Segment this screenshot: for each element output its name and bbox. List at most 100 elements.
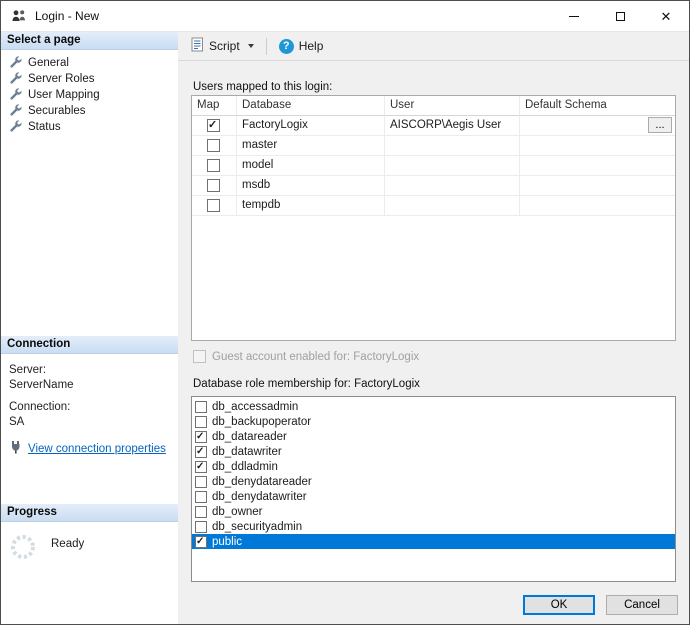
user-cell[interactable]: AISCORP\Aegis User (385, 116, 520, 136)
server-label: Server: (9, 364, 170, 376)
role-membership-list[interactable]: db_accessadmin db_backupoperator db_data… (191, 396, 676, 582)
page-wrench-icon (9, 88, 23, 102)
role-checkbox[interactable] (195, 431, 207, 443)
role-label: public (212, 536, 242, 548)
page-wrench-icon (9, 104, 23, 118)
connection-value: SA (9, 416, 170, 428)
user-cell[interactable] (385, 176, 520, 196)
role-label: db_denydatawriter (212, 491, 307, 503)
role-checkbox[interactable] (195, 401, 207, 413)
dialog-content: Select a page General Server Roles User … (1, 32, 689, 624)
role-list-item-selected[interactable]: public (192, 534, 675, 549)
role-list-item[interactable]: db_datawriter (192, 444, 675, 459)
ok-button[interactable]: OK (523, 595, 595, 615)
default-schema-cell[interactable] (520, 156, 675, 176)
column-header-default-schema: Default Schema (520, 96, 675, 116)
map-checkbox[interactable] (207, 139, 220, 152)
database-cell: tempdb (237, 196, 385, 216)
role-checkbox[interactable] (195, 416, 207, 428)
close-button[interactable]: ✕ (643, 1, 689, 31)
database-cell: msdb (237, 176, 385, 196)
map-checkbox[interactable] (207, 199, 220, 212)
login-new-dialog: Login - New ✕ Select a page General Serv… (0, 0, 690, 625)
table-row[interactable]: FactoryLogix AISCORP\Aegis User ... (192, 116, 675, 136)
role-checkbox[interactable] (195, 461, 207, 473)
role-label: db_backupoperator (212, 416, 311, 428)
user-cell[interactable] (385, 156, 520, 176)
map-checkbox[interactable] (207, 159, 220, 172)
cancel-button[interactable]: Cancel (606, 595, 678, 615)
progress-body: Ready (1, 522, 178, 564)
role-checkbox[interactable] (195, 476, 207, 488)
user-cell[interactable] (385, 196, 520, 216)
minimize-button[interactable] (551, 1, 597, 31)
default-schema-cell[interactable] (520, 136, 675, 156)
sidebar-item-status[interactable]: Status (1, 119, 178, 135)
role-checkbox[interactable] (195, 536, 207, 548)
role-label: db_accessadmin (212, 401, 298, 413)
page-wrench-icon (9, 56, 23, 70)
guest-account-checkbox (193, 350, 206, 363)
dialog-buttons: OK Cancel (523, 595, 678, 615)
help-icon: ? (279, 39, 294, 54)
progress-panel: Progress Ready (1, 504, 178, 624)
role-list-item[interactable]: db_ddladmin (192, 459, 675, 474)
user-mapping-table: Map Database User Default Schema Factory… (191, 95, 676, 341)
database-cell: FactoryLogix (237, 116, 385, 136)
page-list: General Server Roles User Mapping Secura… (1, 50, 178, 135)
default-schema-cell[interactable] (520, 196, 675, 216)
connection-body: Server: ServerName Connection: SA View c… (1, 354, 178, 457)
role-list-item[interactable]: db_securityadmin (192, 519, 675, 534)
role-checkbox[interactable] (195, 506, 207, 518)
role-list-item[interactable]: db_denydatareader (192, 474, 675, 489)
table-row[interactable]: tempdb (192, 196, 675, 216)
column-header-user: User (385, 96, 520, 116)
script-button[interactable]: Script (185, 33, 260, 59)
sidebar: Select a page General Server Roles User … (1, 32, 178, 624)
toolbar-separator (266, 38, 267, 55)
script-button-label: Script (209, 39, 240, 53)
role-label: db_securityadmin (212, 521, 302, 533)
sidebar-item-general[interactable]: General (1, 55, 178, 71)
select-page-header: Select a page (1, 32, 178, 50)
default-schema-cell[interactable]: ... (520, 116, 675, 136)
role-list-item[interactable]: db_accessadmin (192, 399, 675, 414)
map-checkbox[interactable] (207, 179, 220, 192)
sidebar-item-user-mapping[interactable]: User Mapping (1, 87, 178, 103)
database-cell: master (237, 136, 385, 156)
role-list-item[interactable]: db_datareader (192, 429, 675, 444)
table-row[interactable]: msdb (192, 176, 675, 196)
guest-account-row: Guest account enabled for: FactoryLogix (193, 350, 419, 363)
page-wrench-icon (9, 120, 23, 134)
toolbar: Script ? Help (178, 32, 689, 61)
sidebar-item-label: General (28, 57, 69, 69)
view-connection-properties-link[interactable]: View connection properties (28, 443, 166, 455)
connection-header: Connection (1, 336, 178, 354)
sidebar-item-label: Securables (28, 105, 86, 117)
role-checkbox[interactable] (195, 446, 207, 458)
default-schema-cell[interactable] (520, 176, 675, 196)
sidebar-item-securables[interactable]: Securables (1, 103, 178, 119)
map-checkbox[interactable] (207, 119, 220, 132)
table-row[interactable]: master (192, 136, 675, 156)
connection-label: Connection: (9, 401, 170, 413)
role-checkbox[interactable] (195, 491, 207, 503)
progress-status: Ready (51, 538, 84, 550)
maximize-button[interactable] (597, 1, 643, 31)
sidebar-item-server-roles[interactable]: Server Roles (1, 71, 178, 87)
role-checkbox[interactable] (195, 521, 207, 533)
role-list-item[interactable]: db_backupoperator (192, 414, 675, 429)
select-page-panel: Select a page General Server Roles User … (1, 32, 178, 336)
table-row[interactable]: model (192, 156, 675, 176)
role-list-item[interactable]: db_owner (192, 504, 675, 519)
page-wrench-icon (9, 72, 23, 86)
role-list-item[interactable]: db_denydatawriter (192, 489, 675, 504)
browse-schema-button[interactable]: ... (648, 117, 672, 133)
script-dropdown-icon (248, 44, 254, 48)
help-button[interactable]: ? Help (273, 35, 330, 58)
user-cell[interactable] (385, 136, 520, 156)
column-header-database: Database (237, 96, 385, 116)
role-label: db_ddladmin (212, 461, 278, 473)
progress-header: Progress (1, 504, 178, 522)
role-label: db_datawriter (212, 446, 282, 458)
